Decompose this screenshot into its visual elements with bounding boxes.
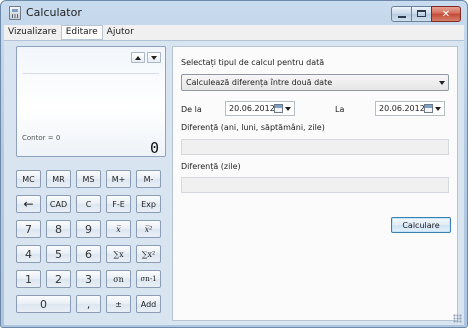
std-dev-button[interactable]: σn bbox=[106, 270, 131, 288]
chevron-down-icon bbox=[439, 81, 445, 85]
difference-days-label: Diferență (zile) bbox=[181, 162, 241, 171]
difference-label: Diferență (ani, luni, săptămâni, zile) bbox=[181, 123, 325, 132]
digit-9-button[interactable]: 9 bbox=[76, 220, 101, 238]
display-value: 0 bbox=[149, 139, 159, 157]
menu-bar: Vizualizare Editare Ajutor bbox=[4, 25, 464, 40]
menu-editare[interactable]: Editare bbox=[60, 25, 103, 40]
to-date-picker[interactable]: 20.06.2012 bbox=[375, 101, 445, 116]
mc-button[interactable]: MC bbox=[16, 170, 41, 188]
exp-button[interactable]: Exp bbox=[136, 195, 161, 213]
calculate-button[interactable]: Calculare bbox=[391, 217, 451, 233]
history-down-button[interactable] bbox=[147, 52, 161, 63]
title-bar[interactable]: Calculator ✕ bbox=[1, 1, 467, 25]
calendar-icon[interactable] bbox=[424, 104, 433, 113]
digit-3-button[interactable]: 3 bbox=[76, 270, 101, 288]
close-icon: ✕ bbox=[441, 8, 451, 20]
digit-0-button[interactable]: 0 bbox=[16, 295, 71, 313]
difference-result-field bbox=[181, 139, 449, 155]
difference-days-result-field bbox=[181, 177, 449, 193]
backspace-button[interactable]: ← bbox=[16, 195, 41, 213]
arrow-down-icon bbox=[151, 56, 157, 60]
clear-button[interactable]: C bbox=[76, 195, 101, 213]
display-divider bbox=[23, 73, 159, 74]
clear-entry-button[interactable]: CAD bbox=[46, 195, 71, 213]
to-date-value: 20.06.2012 bbox=[379, 104, 425, 113]
mr-button[interactable]: MR bbox=[46, 170, 71, 188]
m-minus-button[interactable]: M- bbox=[136, 170, 161, 188]
calc-type-dropdown[interactable]: Calculează diferența între două date bbox=[181, 74, 449, 91]
digit-6-button[interactable]: 6 bbox=[76, 245, 101, 263]
menu-ajutor[interactable]: Ajutor bbox=[103, 25, 138, 40]
calculator-window: Calculator ✕ Vizualizare Editare Ajutor … bbox=[0, 0, 468, 328]
from-date-picker[interactable]: 20.06.2012 bbox=[225, 101, 295, 116]
calculator-app-icon bbox=[9, 6, 21, 20]
sum-squares-button[interactable]: ∑x² bbox=[136, 245, 161, 263]
ms-button[interactable]: MS bbox=[76, 170, 101, 188]
from-label: De la bbox=[181, 105, 202, 114]
mean-squares-button[interactable]: x̅² bbox=[136, 220, 161, 238]
chevron-down-icon bbox=[285, 107, 291, 111]
from-date-value: 20.06.2012 bbox=[229, 104, 275, 113]
resize-grip[interactable] bbox=[453, 314, 462, 323]
maximize-button[interactable] bbox=[411, 6, 432, 22]
digit-2-button[interactable]: 2 bbox=[46, 270, 71, 288]
arrow-up-icon bbox=[135, 56, 141, 60]
calculator-display: Contor = 0 0 bbox=[16, 46, 166, 157]
date-calculation-panel: Selectați tipul de calcul pentru dată Ca… bbox=[172, 46, 458, 321]
to-label: La bbox=[335, 105, 345, 114]
calc-type-label: Selectați tipul de calcul pentru dată bbox=[181, 58, 325, 67]
fe-button[interactable]: F-E bbox=[106, 195, 131, 213]
mean-button[interactable]: x̅ bbox=[106, 220, 131, 238]
calculator-body: Contor = 0 0 MC MR MS M+ M- ← CAD C F-E … bbox=[4, 40, 464, 325]
negate-button[interactable]: ± bbox=[106, 295, 131, 313]
window-title: Calculator bbox=[26, 6, 82, 19]
maximize-icon bbox=[417, 10, 426, 17]
digit-1-button[interactable]: 1 bbox=[16, 270, 41, 288]
close-button[interactable]: ✕ bbox=[431, 6, 461, 22]
m-plus-button[interactable]: M+ bbox=[106, 170, 131, 188]
history-up-button[interactable] bbox=[131, 52, 145, 63]
digit-4-button[interactable]: 4 bbox=[16, 245, 41, 263]
digit-5-button[interactable]: 5 bbox=[46, 245, 71, 263]
minimize-button[interactable] bbox=[391, 6, 412, 22]
digit-7-button[interactable]: 7 bbox=[16, 220, 41, 238]
calc-type-value: Calculează diferența între două date bbox=[186, 78, 333, 87]
decimal-button[interactable]: , bbox=[76, 295, 101, 313]
sum-button[interactable]: ∑x bbox=[106, 245, 131, 263]
menu-vizualizare[interactable]: Vizualizare bbox=[4, 25, 61, 40]
memory-indicator: Contor = 0 bbox=[22, 134, 61, 142]
chevron-down-icon bbox=[435, 107, 441, 111]
calendar-icon[interactable] bbox=[274, 104, 283, 113]
sample-std-dev-button[interactable]: σn-1 bbox=[136, 270, 161, 288]
digit-8-button[interactable]: 8 bbox=[46, 220, 71, 238]
minimize-icon bbox=[398, 16, 406, 18]
add-button[interactable]: Add bbox=[136, 295, 161, 313]
